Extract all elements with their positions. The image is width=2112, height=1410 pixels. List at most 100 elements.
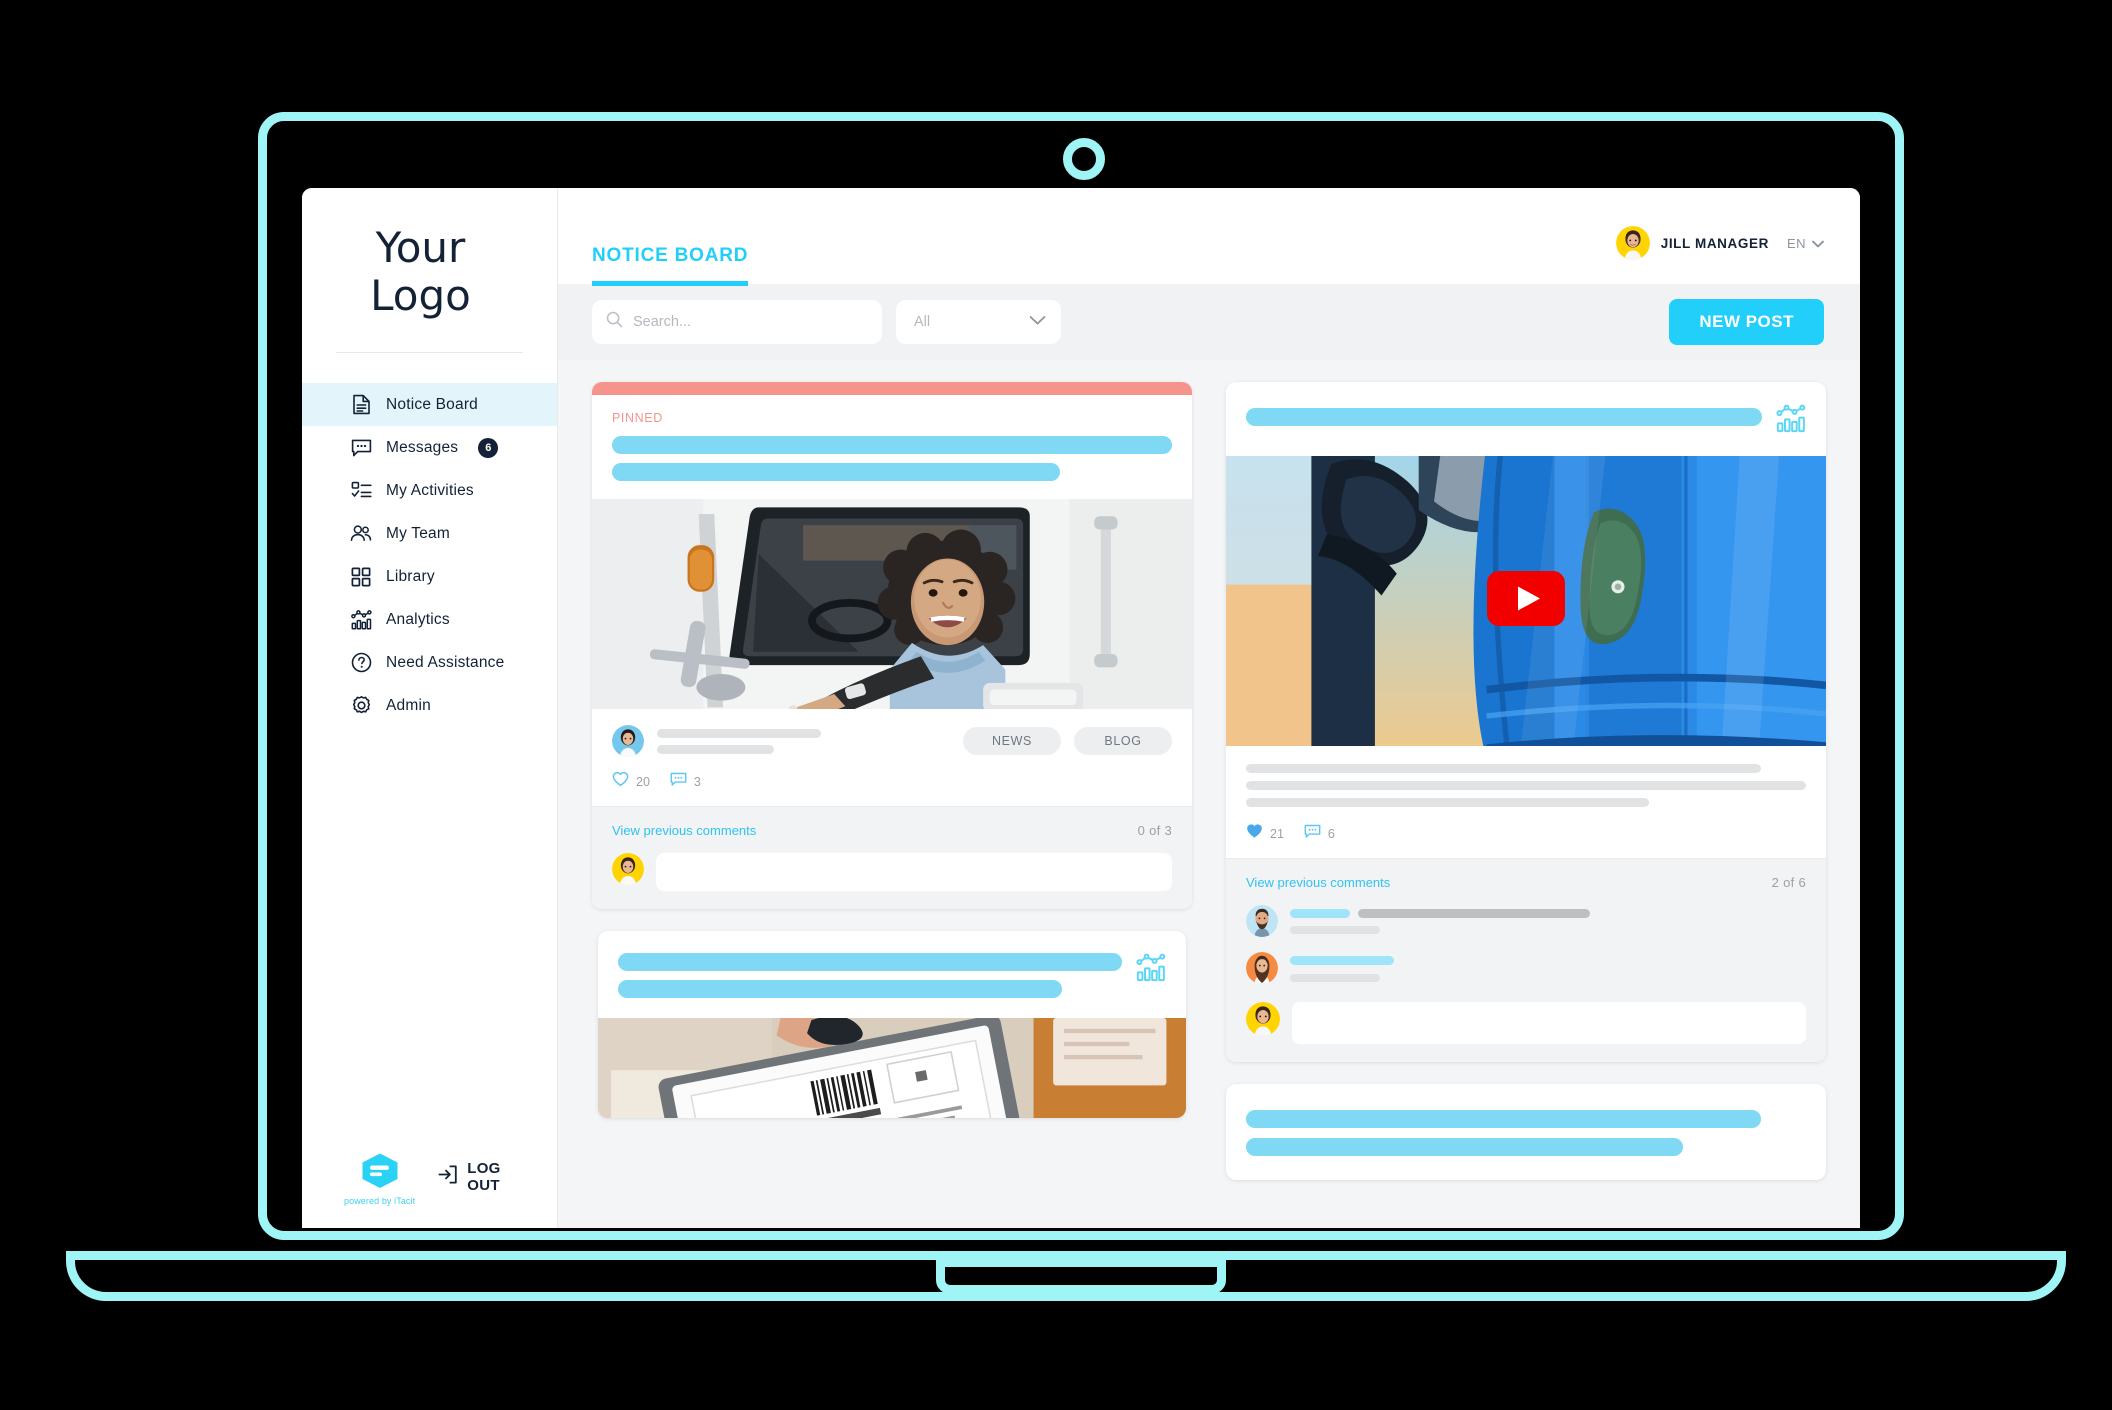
post-title-placeholder <box>1246 408 1762 426</box>
post-comments-section: View previous comments 0 of 3 <box>592 806 1192 909</box>
powered-by-block: powered by iTacit <box>344 1151 415 1206</box>
post-subtitle-placeholder <box>1246 1138 1683 1156</box>
search-placeholder: Search... <box>633 314 692 330</box>
sidebar-item-label: Notice Board <box>386 395 479 413</box>
document-icon <box>350 394 372 416</box>
avatar <box>1246 905 1278 937</box>
post-header <box>1226 1084 1826 1180</box>
post-body-placeholder <box>1246 764 1806 807</box>
post-title-placeholder <box>618 953 1122 971</box>
messages-unread-badge: 6 <box>478 437 499 458</box>
post-title-placeholder <box>1246 1110 1762 1128</box>
logo-line-2: Logo <box>370 271 471 320</box>
youtube-play-icon[interactable] <box>1487 571 1565 631</box>
comment-meta-placeholder <box>1290 926 1380 934</box>
post-analytics-icon[interactable] <box>1136 953 1166 987</box>
post-author-placeholder <box>657 728 950 754</box>
sidebar-item-my-activities[interactable]: My Activities <box>302 469 557 512</box>
post-author-row: NEWS BLOG <box>612 725 1172 757</box>
comment-input[interactable] <box>656 853 1172 891</box>
pinned-badge: PINNED <box>612 411 663 425</box>
comment-input[interactable] <box>1292 1002 1806 1044</box>
comment-count: 3 <box>693 774 701 789</box>
brand-logo[interactable]: Your Logo <box>302 188 557 320</box>
comments-counter: 2 of 6 <box>1771 875 1806 890</box>
post-image-tablet-shipping-label[interactable] <box>598 1018 1186 1118</box>
post-header <box>1226 382 1826 456</box>
avatar <box>1246 1002 1280 1036</box>
avatar <box>1615 226 1650 260</box>
post-card-pinned[interactable]: PINNED NEWS BLOG 20 3 View previous comm… <box>592 382 1192 909</box>
like-count: 21 <box>1270 826 1284 841</box>
people-icon <box>350 523 372 545</box>
post-subtitle-placeholder <box>618 980 1062 998</box>
view-previous-comments-link[interactable]: View previous comments <box>612 823 756 838</box>
post-analytics-icon[interactable] <box>1776 404 1806 438</box>
post-card-bottom-partial[interactable] <box>1226 1084 1826 1180</box>
sidebar-item-my-team[interactable]: My Team <box>302 512 557 555</box>
sidebar: Your Logo Notice Board Messages 6 My Act… <box>302 188 558 1228</box>
checklist-icon <box>350 480 372 502</box>
sidebar-item-messages[interactable]: Messages 6 <box>302 426 557 469</box>
sidebar-item-label: Need Assistance <box>386 653 505 671</box>
post-comments-section: View previous comments 2 of 6 <box>1226 858 1826 1062</box>
comment-author-placeholder <box>1290 956 1394 965</box>
top-bar-right: JILL MANAGER EN <box>1615 226 1824 284</box>
avatar <box>612 725 644 757</box>
sidebar-item-admin[interactable]: Admin <box>302 684 557 727</box>
sidebar-item-label: Messages <box>386 438 459 456</box>
post-video-thumbnail-blue-truck[interactable] <box>1226 456 1826 746</box>
logo-line-1: Your <box>375 223 466 272</box>
post-header <box>598 931 1186 1018</box>
post-tag-blog[interactable]: BLOG <box>1074 727 1172 755</box>
like-button[interactable]: 20 <box>612 771 650 792</box>
comment-button[interactable]: 3 <box>670 772 701 792</box>
avatar <box>1246 952 1278 984</box>
like-button[interactable]: 21 <box>1246 823 1284 844</box>
grid-icon <box>350 566 372 588</box>
post-reactions: 20 3 <box>612 771 1172 792</box>
post-meta: NEWS BLOG 20 3 <box>592 709 1192 806</box>
tab-notice-board[interactable]: NOTICE BOARD <box>592 245 749 286</box>
app-screen: Your Logo Notice Board Messages 6 My Act… <box>302 188 1860 1228</box>
comment-button[interactable]: 6 <box>1304 824 1335 844</box>
sidebar-item-notice-board[interactable]: Notice Board <box>302 383 557 426</box>
post-card-video[interactable]: 21 6 View previous comments 2 of 6 <box>1226 382 1826 1062</box>
chevron-down-icon <box>1812 236 1824 251</box>
comment-composer-row <box>1246 1002 1806 1044</box>
laptop-camera-icon <box>1063 138 1105 180</box>
new-post-button[interactable]: NEW POST <box>1669 299 1824 345</box>
notice-board-feed[interactable]: PINNED NEWS BLOG 20 3 View previous comm… <box>558 360 1860 1228</box>
filter-dropdown[interactable]: All <box>896 300 1061 344</box>
view-previous-comments-link[interactable]: View previous comments <box>1246 875 1390 890</box>
comments-header: View previous comments 0 of 3 <box>612 823 1172 838</box>
feed-column-right: 21 6 View previous comments 2 of 6 <box>1226 382 1826 1180</box>
heart-filled-icon <box>1246 823 1263 844</box>
search-input[interactable]: Search... <box>592 300 882 344</box>
sidebar-item-analytics[interactable]: Analytics <box>302 598 557 641</box>
user-menu[interactable]: JILL MANAGER <box>1615 226 1769 260</box>
sidebar-nav: Notice Board Messages 6 My Activities My… <box>302 383 557 727</box>
language-label: EN <box>1786 235 1806 251</box>
post-subtitle-placeholder <box>612 463 1060 481</box>
language-selector[interactable]: EN <box>1787 236 1824 251</box>
post-title-placeholder <box>612 436 1172 454</box>
logout-label: LOG OUT <box>467 1160 501 1194</box>
post-card-tablet[interactable] <box>598 931 1186 1118</box>
comments-counter: 0 of 3 <box>1137 823 1172 838</box>
sidebar-item-need-assistance[interactable]: Need Assistance <box>302 641 557 684</box>
comment-author-placeholder <box>1290 909 1350 918</box>
post-tag-news[interactable]: NEWS <box>963 727 1061 755</box>
laptop-device-frame: Your Logo Notice Board Messages 6 My Act… <box>0 0 2112 1410</box>
sidebar-item-label: Analytics <box>386 610 450 628</box>
sidebar-divider <box>336 352 523 353</box>
analytics-icon <box>350 609 372 631</box>
post-image-truck-driver[interactable] <box>592 499 1192 709</box>
pinned-accent-bar <box>592 382 1192 395</box>
gear-icon <box>350 695 372 717</box>
feed-column-left: PINNED NEWS BLOG 20 3 View previous comm… <box>592 382 1192 1118</box>
post-header: PINNED <box>592 395 1192 499</box>
logout-button[interactable]: LOG OUT <box>437 1160 535 1206</box>
sidebar-item-label: My Team <box>386 524 450 542</box>
sidebar-item-library[interactable]: Library <box>302 555 557 598</box>
